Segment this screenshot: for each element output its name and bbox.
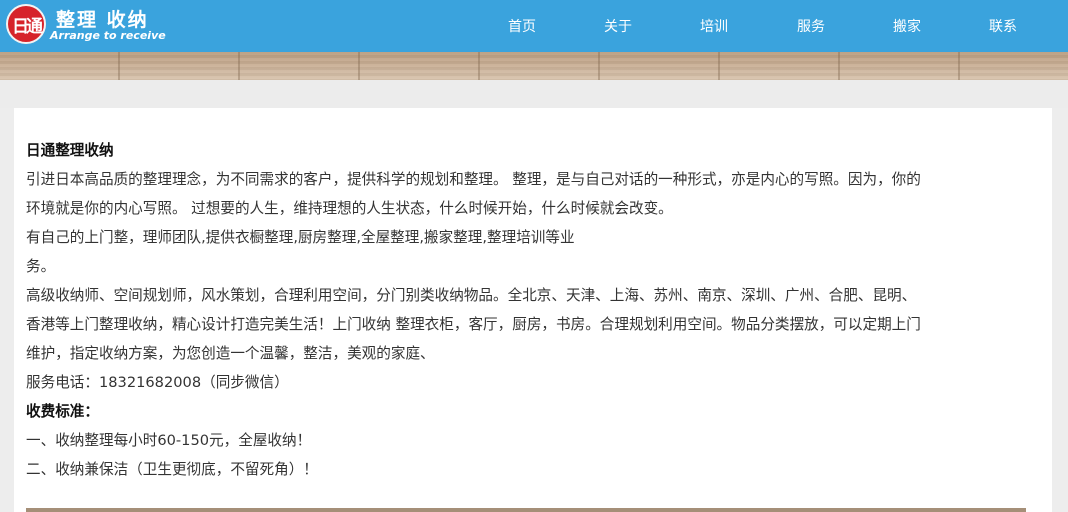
fee-item: 一、收纳整理每小时60-150元，全屋收纳！ xyxy=(26,432,312,449)
article-line: 高级收纳师、空间规划师，风水策划，合理利用空间，分门别类收纳物品。全北京、天津、… xyxy=(26,287,917,304)
site-title: 整理 收纳 xyxy=(56,9,149,31)
service-phone: 服务电话：18321682008（同步微信） xyxy=(26,374,289,391)
wood-banner xyxy=(0,52,1068,80)
nav-item-training[interactable]: 培训 xyxy=(684,16,744,36)
logo-icon[interactable]: 日通 xyxy=(6,4,46,44)
nav-item-contact[interactable]: 联系 xyxy=(973,16,1033,36)
nav-item-about[interactable]: 关于 xyxy=(588,16,648,36)
article-line: 务。 xyxy=(26,258,56,275)
nav-item-home[interactable]: 首页 xyxy=(492,16,552,36)
fee-item: 二、收纳兼保洁（卫生更彻底，不留死角）！ xyxy=(26,461,318,478)
article-line: 维护，指定收纳方案，为您创造一个温馨，整洁，美观的家庭、 xyxy=(26,345,435,362)
nav-item-services[interactable]: 服务 xyxy=(781,16,841,36)
site-subtitle: Arrange to receive xyxy=(50,29,166,42)
article-line: 有自己的上门整，理师团队,提供衣橱整理,厨房整理,全屋整理,搬家整理,整理培训等… xyxy=(26,229,575,246)
article-line: 香港等上门整理收纳，精心设计打造完美生活！上门收纳 整理衣柜，客厅，厨房，书房。… xyxy=(26,316,921,333)
article-line: 环境就是你的内心写照。 过想要的人生，维持理想的人生状态，什么时候开始，什么时候… xyxy=(26,200,673,217)
banner-gap xyxy=(0,80,1068,108)
article-heading: 日通整理收纳 xyxy=(26,142,114,159)
nav-item-moving[interactable]: 搬家 xyxy=(877,16,937,36)
fee-heading: 收费标准： xyxy=(26,403,99,420)
bottom-image-edge xyxy=(26,508,1026,512)
article-body: 日通整理收纳 引进日本高品质的整理理念，为不同需求的客户，提供科学的规划和整理。… xyxy=(26,136,1026,484)
article-line: 引进日本高品质的整理理念，为不同需求的客户，提供科学的规划和整理。 整理，是与自… xyxy=(26,171,921,188)
top-nav-bar: 日通 整理 收纳 Arrange to receive 首页 关于 培训 服务 … xyxy=(0,0,1068,52)
